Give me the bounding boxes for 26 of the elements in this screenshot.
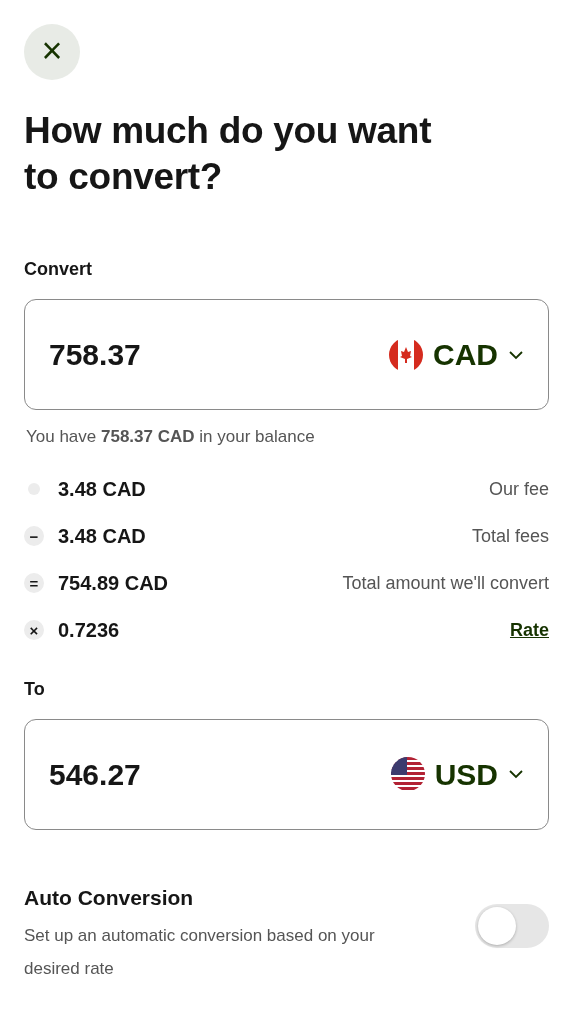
equals-icon: = [24, 573, 44, 593]
fee-amount: 3.48 CAD [58, 477, 147, 502]
flag-icon [390, 757, 425, 791]
rate-link[interactable]: Rate [510, 616, 549, 644]
chevron-down-icon [508, 769, 524, 779]
close-button[interactable]: × [24, 24, 80, 80]
fee-amount: 0.7236 [58, 618, 121, 643]
chevron-down-icon [508, 349, 524, 360]
section-title: Auto Conversion [24, 884, 195, 911]
fee-amount: 3.48 CAD [58, 524, 147, 549]
fee-amount: 754.89 CAD [58, 571, 170, 596]
fee-label: Total amount we'll convert [342, 571, 549, 595]
currency-selector[interactable]: USD [390, 751, 524, 797]
toggle-switch[interactable] [475, 904, 549, 949]
amount-field[interactable]: 546.27 USD [24, 718, 549, 830]
field-label: To [24, 677, 46, 701]
currency-selector[interactable]: CAD [389, 332, 524, 377]
section-description: Set up an automatic conversion based on your desired rate [24, 925, 376, 980]
times-icon: × [24, 620, 44, 640]
minus-icon: − [24, 526, 44, 546]
field-label: Convert [24, 258, 93, 281]
balance-note: You have 758.37 CAD in your balance [26, 426, 316, 448]
page-title: How much do you want to convert? [24, 109, 433, 199]
fee-label: Total fees [471, 524, 549, 548]
fee-label: Our fee [488, 477, 549, 501]
amount-field[interactable]: 758.37 CAD [24, 299, 549, 410]
